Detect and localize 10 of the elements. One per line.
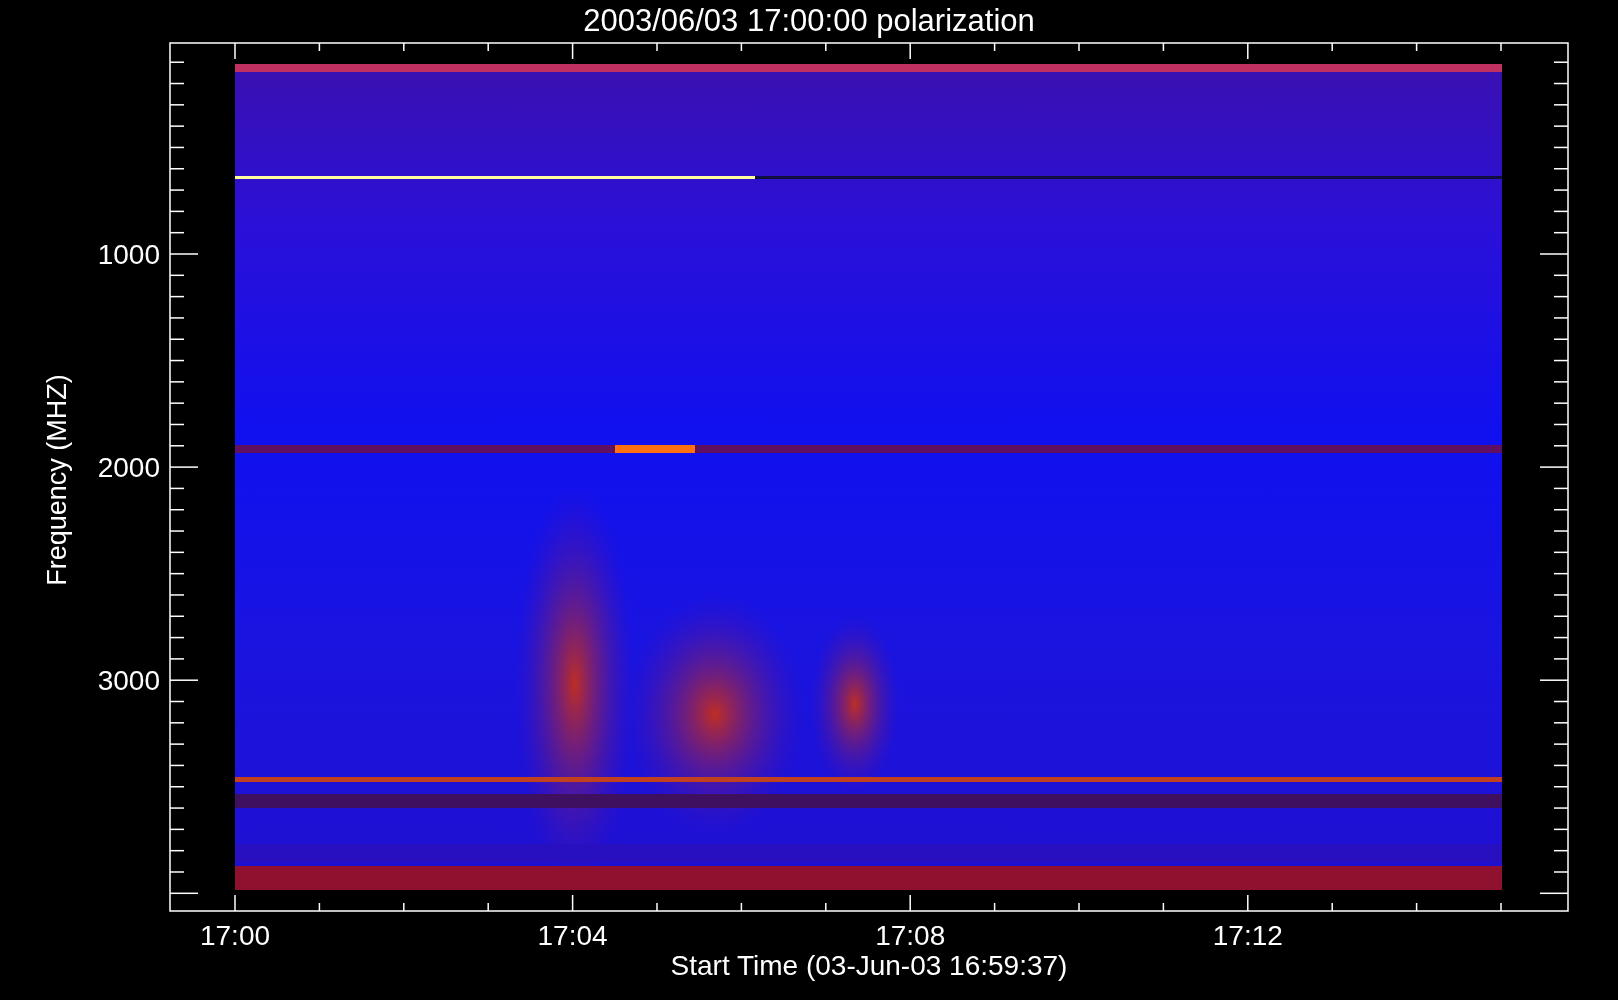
tick-label: 17:00 [199,920,271,951]
tick-label: 17:12 [1212,920,1283,951]
tick-label: 1000 [97,239,160,270]
plot-title: 2003/06/03 17:00:00 polarization [583,3,1035,38]
axis-label: Frequency (MHZ) [42,374,72,586]
axis-label: Start Time (03-Jun-03 16:59:37) [670,950,1068,981]
tick-label: 17:08 [875,920,946,951]
tick-label: 3000 [97,665,160,697]
tick-label: 17:04 [537,920,608,951]
tick-label: 2000 [97,452,160,484]
